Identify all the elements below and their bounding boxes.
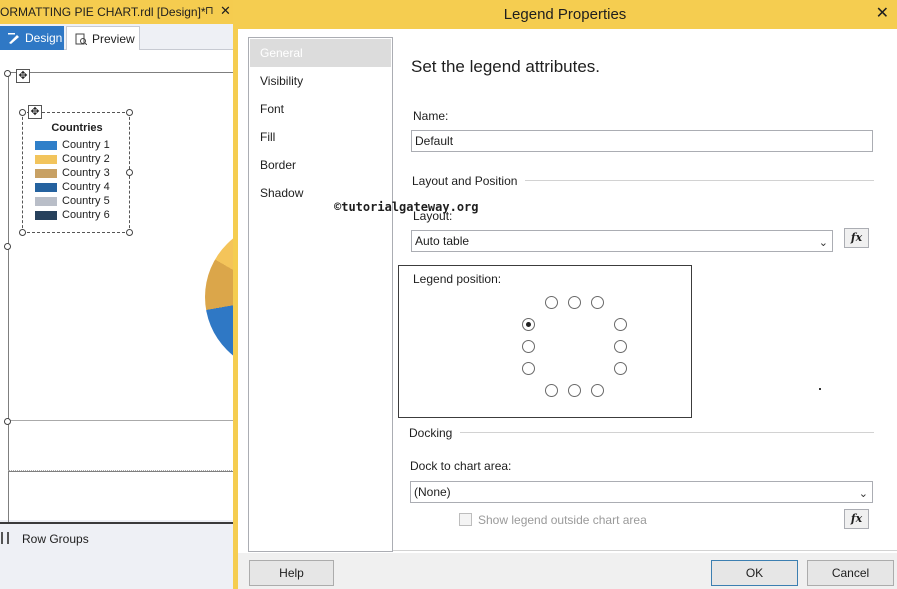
tab-preview[interactable]: Preview	[66, 26, 140, 50]
resize-handle[interactable]	[126, 229, 133, 236]
resize-handle[interactable]	[126, 169, 133, 176]
tab-preview-label: Preview	[92, 31, 135, 46]
page-heading: Set the legend attributes.	[411, 57, 601, 76]
name-label: Name:	[413, 109, 449, 123]
dialog-footer: Help OK Cancel	[238, 553, 897, 589]
legend-item-label: Country 6	[62, 209, 110, 221]
legend-item-label: Country 1	[62, 139, 110, 151]
position-top-center-radio[interactable]	[568, 296, 581, 309]
page-nav: General Visibility Font Fill Border Shad…	[248, 37, 393, 552]
row-groups-label: Row Groups	[22, 532, 89, 546]
docking-section-label: Docking	[409, 426, 461, 440]
legend-position-group: Legend position:	[398, 265, 692, 418]
name-input[interactable]: Default	[411, 130, 873, 152]
resize-handle[interactable]	[4, 243, 11, 250]
resize-handle[interactable]	[19, 229, 26, 236]
position-right-center-radio[interactable]	[614, 340, 627, 353]
show-outside-checkbox[interactable]	[459, 513, 472, 526]
show-outside-label: Show legend outside chart area	[478, 513, 647, 527]
position-right-top-radio[interactable]	[614, 318, 627, 331]
legend-title: Countries	[51, 122, 103, 134]
legend-swatch	[35, 210, 57, 220]
dock-select-value: (None)	[414, 485, 451, 499]
legend-item-label: Country 3	[62, 167, 110, 179]
report-designer: ORMATTING PIE CHART.rdl [Design]* ⊓ ✕ De…	[0, 0, 233, 589]
legend-swatch	[35, 140, 57, 150]
design-icon	[8, 32, 20, 44]
position-left-top-radio[interactable]	[522, 318, 535, 331]
layout-select-value: Auto table	[415, 234, 470, 248]
legend-move-handle-icon[interactable]: ✥	[28, 105, 42, 119]
nav-item-general[interactable]: General	[250, 39, 391, 67]
resize-handle[interactable]	[4, 70, 11, 77]
ok-button[interactable]: OK	[711, 560, 798, 586]
footer-divider	[393, 550, 897, 551]
chevron-down-icon: ⌄	[818, 237, 828, 249]
legend-item: Country 5	[35, 195, 110, 207]
legend-item: Country 6	[35, 209, 110, 221]
legend-position-label: Legend position:	[413, 272, 502, 286]
nav-item-font[interactable]: Font	[250, 95, 391, 123]
nav-item-fill[interactable]: Fill	[250, 123, 391, 151]
document-tab[interactable]: ORMATTING PIE CHART.rdl [Design]* ⊓ ✕	[0, 0, 233, 24]
cancel-button[interactable]: Cancel	[807, 560, 894, 586]
help-button[interactable]: Help	[249, 560, 334, 586]
position-right-bottom-radio[interactable]	[614, 362, 627, 375]
legend-item: Country 4	[35, 181, 110, 193]
tab-design[interactable]: Design	[0, 26, 64, 50]
dialog-title: Legend Properties	[503, 6, 627, 23]
position-bottom-left-radio[interactable]	[545, 384, 558, 397]
resize-handle[interactable]	[19, 109, 26, 116]
chevron-down-icon: ⌄	[858, 488, 868, 500]
section-divider	[8, 470, 233, 471]
dock-select[interactable]: (None) ⌄	[410, 481, 873, 503]
dialog-body: General Visibility Font Fill Border Shad…	[238, 29, 897, 589]
nav-item-visibility[interactable]: Visibility	[250, 67, 391, 95]
document-tab-title: ORMATTING PIE CHART.rdl [Design]*	[0, 5, 206, 19]
report-body-section[interactable]	[8, 420, 233, 524]
pin-icon[interactable]: ⊓	[205, 4, 214, 17]
legend-item: Country 1	[35, 139, 110, 151]
legend-swatch	[35, 182, 57, 192]
nav-item-border[interactable]: Border	[250, 151, 391, 179]
legend-item: Country 3	[35, 167, 110, 179]
row-groups-pane: Row Groups	[0, 522, 233, 589]
watermark: ©tutorialgateway.org	[334, 200, 479, 214]
show-outside-expression-button[interactable]: fx	[844, 509, 869, 529]
chart-move-handle-icon[interactable]: ✥	[16, 69, 30, 83]
legend-item-label: Country 4	[62, 181, 110, 193]
legend-item: Country 2	[35, 153, 110, 165]
position-left-center-radio[interactable]	[522, 340, 535, 353]
pie-chart-preview	[205, 222, 233, 372]
stray-dot	[819, 388, 821, 390]
resize-handle[interactable]	[4, 418, 11, 425]
position-top-right-radio[interactable]	[591, 296, 604, 309]
close-tab-icon[interactable]: ✕	[220, 3, 231, 19]
section-divider	[409, 432, 874, 433]
position-bottom-right-radio[interactable]	[591, 384, 604, 397]
row-groups-icon	[1, 532, 9, 544]
legend-properties-dialog: Legend Properties ✕ General Visibility F…	[233, 0, 897, 589]
preview-icon	[75, 33, 88, 45]
layout-select[interactable]: Auto table ⌄	[411, 230, 833, 252]
legend-swatch	[35, 168, 57, 178]
dock-label: Dock to chart area:	[410, 459, 512, 473]
chart-legend[interactable]: Countries Country 1 Country 2 Country 3 …	[22, 112, 130, 233]
layout-expression-button[interactable]: fx	[844, 228, 869, 248]
legend-swatch	[35, 154, 57, 164]
position-top-left-radio[interactable]	[545, 296, 558, 309]
view-tabs: Design Preview	[0, 25, 233, 50]
tab-design-label: Design	[25, 31, 63, 45]
design-canvas[interactable]: ✥ Countries Country 1 Country 2 Country …	[0, 50, 233, 524]
resize-handle[interactable]	[126, 109, 133, 116]
legend-swatch	[35, 196, 57, 206]
layout-section-label: Layout and Position	[412, 174, 526, 188]
legend-item-label: Country 2	[62, 153, 110, 165]
close-icon[interactable]: ✕	[876, 3, 889, 23]
position-bottom-center-radio[interactable]	[568, 384, 581, 397]
legend-item-label: Country 5	[62, 195, 110, 207]
position-left-bottom-radio[interactable]	[522, 362, 535, 375]
